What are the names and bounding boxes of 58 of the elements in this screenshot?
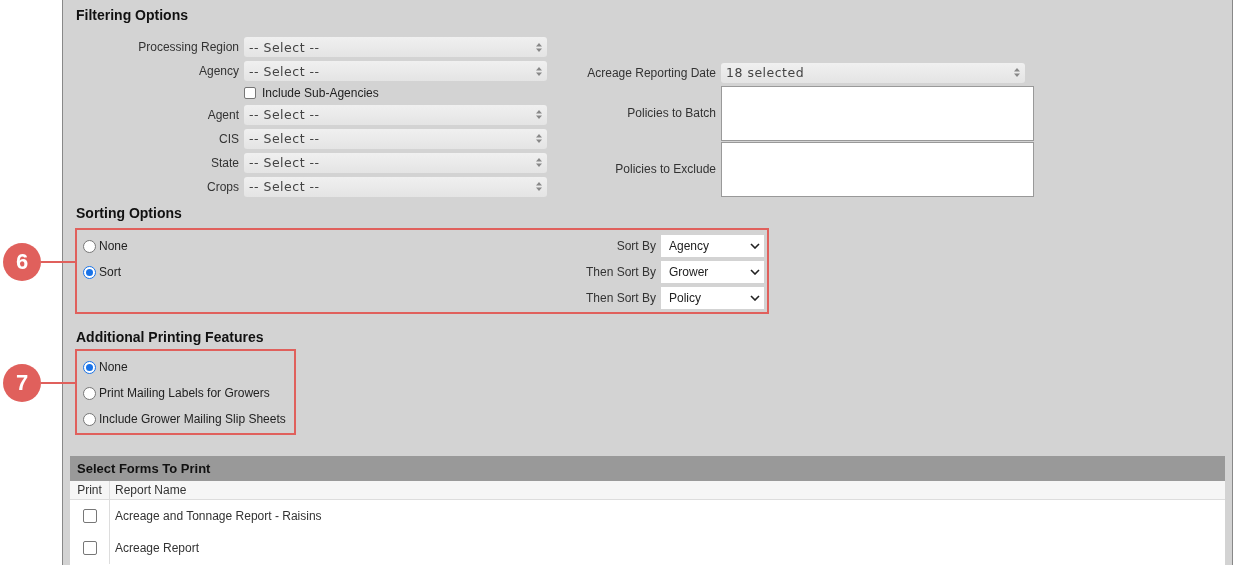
- updown-arrow-icon: [1014, 68, 1020, 77]
- select-field[interactable]: -- Select --: [244, 177, 547, 197]
- report-name: Acreage and Tonnage Report - Raisins: [115, 509, 322, 523]
- dropdown[interactable]: Grower: [661, 261, 764, 283]
- field-label: Acreage Reporting Date: [586, 65, 717, 80]
- field-label: Sort By: [615, 239, 657, 253]
- text-area[interactable]: [721, 85, 1034, 141]
- checkbox[interactable]: [244, 86, 256, 99]
- field-label: Then Sort By: [584, 291, 657, 305]
- select-field[interactable]: -- Select --: [244, 152, 547, 173]
- updown-arrow-icon: [536, 134, 542, 144]
- section-title: Sorting Options: [76, 204, 183, 223]
- section-title: Additional Printing Features: [76, 328, 265, 347]
- radio-label: None: [99, 360, 128, 374]
- dropdown[interactable]: Agency: [661, 235, 764, 257]
- radio-button[interactable]: [83, 239, 96, 253]
- updown-arrow-icon: [536, 158, 542, 168]
- radio-label: Print Mailing Labels for Growers: [99, 386, 270, 400]
- field-label: Agent: [206, 107, 240, 122]
- updown-arrow-icon: [536, 66, 542, 76]
- field-label: CIS: [218, 131, 240, 146]
- updown-arrow-icon: [536, 182, 542, 192]
- callout-badge: 7: [3, 364, 41, 402]
- field-label: State: [209, 155, 240, 170]
- radio-button[interactable]: [83, 412, 96, 426]
- chevron-down-icon: [750, 243, 760, 249]
- radio-label: None: [99, 239, 128, 253]
- column-header: Report Name: [115, 483, 187, 497]
- field-label: Agency: [197, 64, 240, 79]
- callout-badge: 6: [3, 243, 41, 281]
- select-field[interactable]: -- Select --: [244, 104, 547, 125]
- section-title: Select Forms To Print: [77, 461, 211, 476]
- checkbox[interactable]: [82, 509, 97, 523]
- section-title: Filtering Options: [76, 6, 189, 25]
- column-header: Print: [77, 483, 102, 497]
- text-area[interactable]: [721, 141, 1034, 197]
- field-label: Policies to Exclude: [614, 162, 717, 176]
- field-label: Processing Region: [137, 40, 240, 55]
- updown-arrow-icon: [536, 42, 542, 52]
- select-field[interactable]: -- Select --: [244, 128, 547, 149]
- field-label: Crops: [206, 180, 240, 194]
- field-label: Then Sort By: [584, 265, 657, 279]
- radio-button[interactable]: [83, 265, 96, 279]
- select-field[interactable]: -- Select --: [244, 37, 547, 58]
- chevron-down-icon: [750, 295, 760, 301]
- select-field[interactable]: -- Select --: [244, 61, 547, 82]
- select-field[interactable]: 18 selected: [721, 62, 1025, 83]
- radio-button[interactable]: [83, 386, 96, 400]
- chevron-down-icon: [750, 269, 760, 275]
- radio-label: Include Grower Mailing Slip Sheets: [99, 412, 286, 426]
- radio-button[interactable]: [83, 360, 96, 374]
- report-name: Acreage Report: [115, 541, 200, 555]
- radio-label: Sort: [99, 265, 121, 279]
- dropdown[interactable]: Policy: [661, 287, 764, 309]
- updown-arrow-icon: [536, 110, 542, 120]
- field-label: Policies to Batch: [626, 106, 717, 120]
- checkbox[interactable]: [82, 541, 97, 555]
- checkbox-label: Include Sub-Agencies: [262, 85, 379, 100]
